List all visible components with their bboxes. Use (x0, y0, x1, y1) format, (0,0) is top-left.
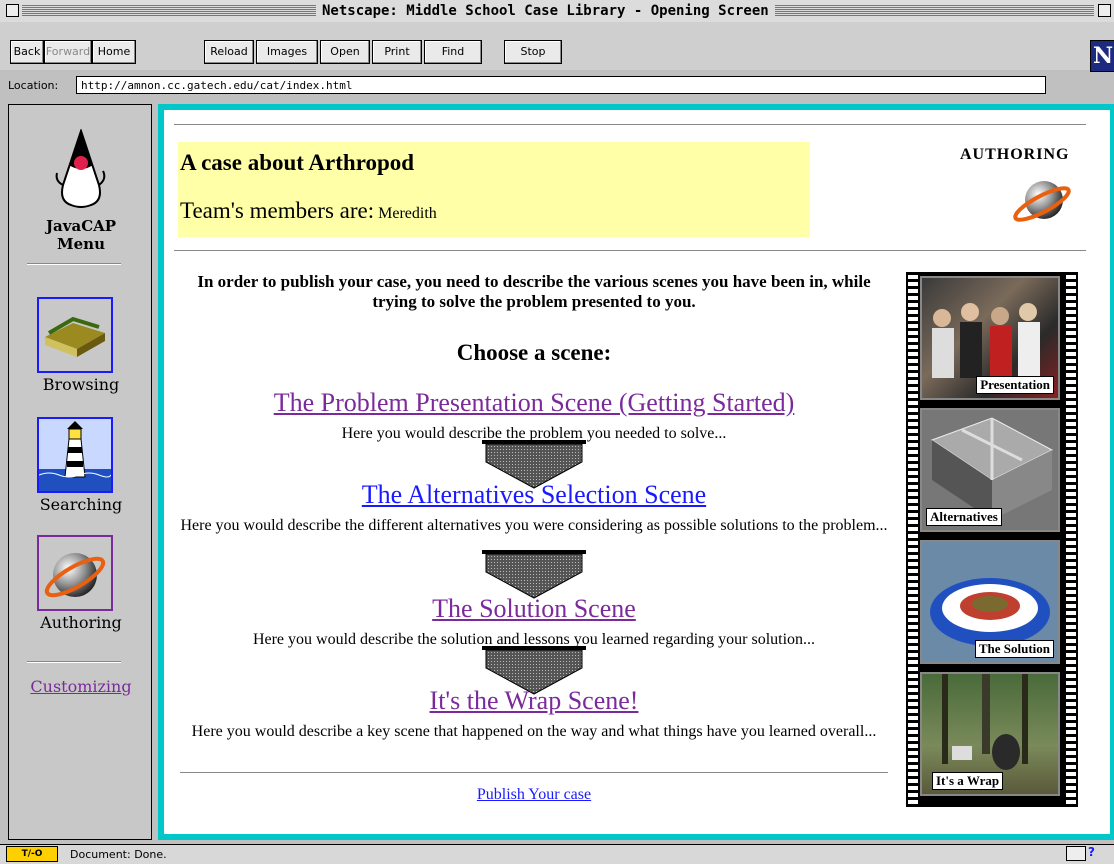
divider (27, 661, 121, 663)
title-bar[interactable]: Netscape: Middle School Case Library - O… (0, 0, 1114, 23)
location-field[interactable]: http://amnon.cc.gatech.edu/cat/index.htm… (76, 76, 1046, 94)
location-label: Location: (8, 79, 59, 92)
film-frame-alternatives[interactable]: Alternatives (920, 408, 1060, 532)
team-label: Team's members are: (180, 198, 375, 223)
find-button[interactable]: Find (424, 40, 482, 64)
menu-subtitle: Menu (57, 235, 105, 253)
scene-link-alternatives[interactable]: The Alternatives Selection Scene (164, 480, 904, 510)
print-button[interactable]: Print (372, 40, 422, 64)
film-frame-wrap[interactable]: It's a Wrap (920, 672, 1060, 796)
film-frame-label: Presentation (976, 376, 1054, 394)
status-text: Document: Done. (70, 848, 167, 861)
scene-link-wrap[interactable]: It's the Wrap Scene! (164, 686, 904, 716)
scene-desc-wrap: Here you would describe a key scene that… (191, 723, 877, 740)
searching-button[interactable] (37, 417, 113, 493)
security-icon[interactable]: T/-O (6, 846, 58, 862)
film-frame-label: Alternatives (926, 508, 1002, 526)
sidebar-item-authoring[interactable]: Authoring (9, 613, 153, 632)
mode-label: AUTHORING (960, 146, 1070, 163)
choose-heading: Choose a scene: (456, 340, 612, 365)
mail-icon[interactable] (1066, 846, 1086, 861)
close-box-icon[interactable] (6, 4, 19, 17)
divider (27, 263, 121, 265)
sidebar-item-browsing[interactable]: Browsing (9, 375, 153, 394)
home-button[interactable]: Home (92, 40, 136, 64)
film-frame-presentation[interactable]: Presentation (920, 276, 1060, 400)
authoring-button[interactable] (37, 535, 113, 611)
sidebar-frame: JavaCAP Menu Browsing Searching Authorin… (8, 104, 152, 840)
film-perforation (906, 272, 920, 807)
film-strip: Presentation Alternatives The Solution I… (906, 272, 1078, 807)
window-title: Netscape: Middle School Case Library - O… (316, 2, 775, 20)
sidebar-item-searching[interactable]: Searching (9, 495, 153, 514)
team-members: Meredith (378, 205, 437, 222)
case-title: A case about Arthropod (180, 150, 415, 175)
open-button[interactable]: Open (320, 40, 370, 64)
authoring-globe-icon (1013, 181, 1071, 222)
back-button[interactable]: Back (10, 40, 44, 64)
footer-rule (180, 772, 888, 774)
intro-text: In order to publish your case, you need … (197, 272, 871, 311)
zoom-box-icon[interactable] (1098, 4, 1111, 17)
scene-desc-alternatives: Here you would describe the different al… (180, 517, 888, 534)
content-frame: A case about Arthropod Team's members ar… (164, 110, 1110, 834)
help-icon[interactable]: ? (1088, 845, 1095, 859)
duke-icon (55, 129, 106, 208)
film-frame-solution[interactable]: The Solution (920, 540, 1060, 664)
menu-title: JavaCAP (45, 217, 117, 235)
lighthouse-icon (38, 421, 112, 491)
netscape-logo: N (1090, 40, 1114, 72)
book-icon (45, 316, 105, 357)
header-rule (174, 250, 1086, 252)
status-bar (0, 844, 1114, 864)
forward-button[interactable]: Forward (44, 40, 92, 64)
film-perforation (1064, 272, 1078, 807)
scene-link-solution[interactable]: The Solution Scene (164, 594, 904, 624)
film-frame-label: It's a Wrap (932, 772, 1004, 790)
publish-link[interactable]: Publish Your case (164, 786, 904, 804)
browsing-button[interactable] (37, 297, 113, 373)
scene-link-problem[interactable]: The Problem Presentation Scene (Getting … (164, 388, 904, 418)
reload-button[interactable]: Reload (204, 40, 254, 64)
top-rule (174, 124, 1086, 126)
case-header: A case about Arthropod Team's members ar… (178, 142, 810, 237)
customizing-link[interactable]: Customizing (9, 677, 153, 696)
film-frame-label: The Solution (974, 640, 1054, 658)
globe-icon (44, 553, 106, 598)
stop-button[interactable]: Stop (504, 40, 562, 64)
images-button[interactable]: Images (256, 40, 318, 64)
team-line: Team's members are: Meredith (180, 198, 437, 224)
